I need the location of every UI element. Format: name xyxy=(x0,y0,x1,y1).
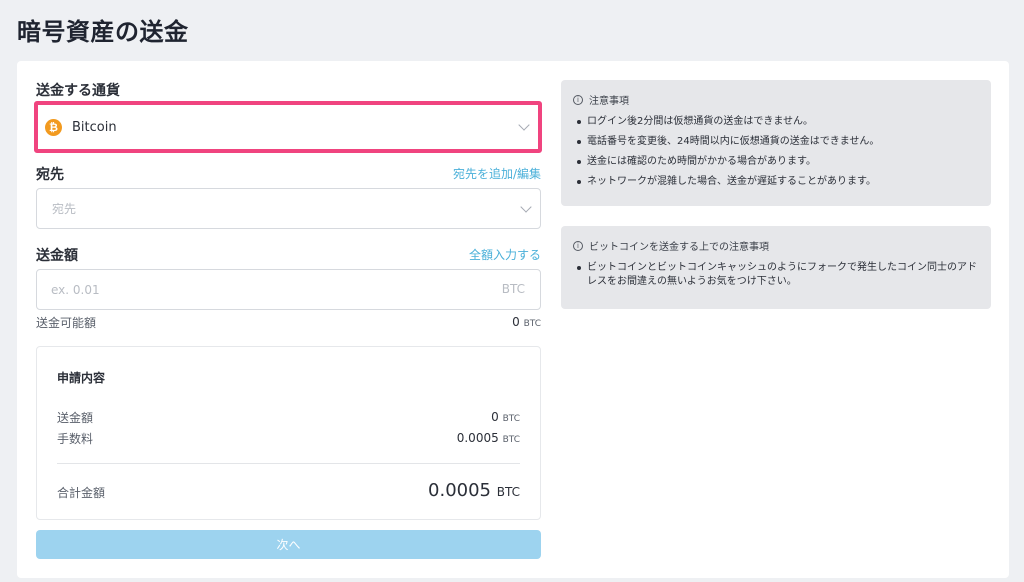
summary-amount-label: 送金額 xyxy=(57,411,94,425)
bitcoin-icon: ₿ xyxy=(45,118,62,136)
currency-label: 送金する通貨 xyxy=(36,83,120,99)
notice-item: ログイン後2分間は仮想通貨の送金はできません。 xyxy=(573,115,977,129)
amount-label: 送金額 xyxy=(36,248,78,264)
notice-item: 電話番号を変更後、24時間以内に仮想通貨の送金はできません。 xyxy=(573,135,977,149)
next-button[interactable]: 次へ xyxy=(36,530,541,559)
total-label: 合計金額 xyxy=(57,486,106,500)
amount-input-box: BTC xyxy=(36,269,541,310)
total-value: 0.0005 BTC xyxy=(428,480,520,501)
summary-fee-label: 手数料 xyxy=(57,432,94,446)
info-icon: i xyxy=(573,240,583,251)
application-summary: 申請内容 送金額 0 BTC 手数料 0.0005 BTC 合計金額 0.000… xyxy=(36,346,541,520)
summary-fee-value: 0.0005 BTC xyxy=(457,431,520,445)
available-amount: 0 xyxy=(512,315,520,329)
send-form-card: 送金する通貨 ₿ Bitcoin 宛先 宛先を追加/編集 宛先 送金額 全額入力… xyxy=(17,61,1009,578)
notice-title: 注意事項 xyxy=(589,96,629,107)
notice-item: 送金には確認のため時間がかかる場合があります。 xyxy=(573,155,977,169)
currency-selected-value: Bitcoin xyxy=(72,119,117,135)
summary-amount-unit: BTC xyxy=(502,414,520,424)
notice-box-bitcoin: i ビットコインを送金する上での注意事項 ビットコインとビットコインキャッシュの… xyxy=(561,226,991,309)
notice-header: i 注意事項 xyxy=(573,92,977,107)
notice-list: ビットコインとビットコインキャッシュのようにフォークで発生したコイン同士のアドレ… xyxy=(573,261,977,289)
summary-divider xyxy=(57,463,520,464)
chevron-down-icon xyxy=(518,119,530,131)
amount-input[interactable] xyxy=(51,270,431,309)
available-label: 送金可能額 xyxy=(36,316,97,330)
total-number: 0.0005 xyxy=(428,480,492,501)
available-value: 0 BTC xyxy=(512,315,541,329)
currency-select[interactable]: ₿ Bitcoin xyxy=(34,101,542,153)
fill-max-amount-link[interactable]: 全額入力する xyxy=(469,246,541,263)
page-title: 暗号資産の送金 xyxy=(17,18,189,46)
edit-destination-link[interactable]: 宛先を追加/編集 xyxy=(453,165,541,182)
notice-item: ビットコインとビットコインキャッシュのようにフォークで発生したコイン同士のアドレ… xyxy=(573,261,977,289)
notice-list: ログイン後2分間は仮想通貨の送金はできません。 電話番号を変更後、24時間以内に… xyxy=(573,115,977,189)
total-unit: BTC xyxy=(496,485,520,499)
amount-unit: BTC xyxy=(501,282,525,296)
destination-select[interactable]: 宛先 xyxy=(36,188,541,229)
summary-title: 申請内容 xyxy=(57,371,106,385)
summary-fee-number: 0.0005 xyxy=(456,431,499,445)
summary-amount-number: 0 xyxy=(491,410,499,424)
notice-item: ネットワークが混雑した場合、送金が遅延することがあります。 xyxy=(573,175,977,189)
notice-title: ビットコインを送金する上での注意事項 xyxy=(589,242,769,253)
notice-box-general: i 注意事項 ログイン後2分間は仮想通貨の送金はできません。 電話番号を変更後、… xyxy=(561,80,991,206)
summary-amount-value: 0 BTC xyxy=(491,410,520,424)
info-icon: i xyxy=(573,94,583,105)
notice-header: i ビットコインを送金する上での注意事項 xyxy=(573,238,977,253)
destination-label: 宛先 xyxy=(36,167,64,183)
summary-fee-unit: BTC xyxy=(502,435,520,445)
destination-placeholder: 宛先 xyxy=(52,202,77,216)
chevron-down-icon xyxy=(520,200,532,213)
available-unit: BTC xyxy=(523,319,541,329)
